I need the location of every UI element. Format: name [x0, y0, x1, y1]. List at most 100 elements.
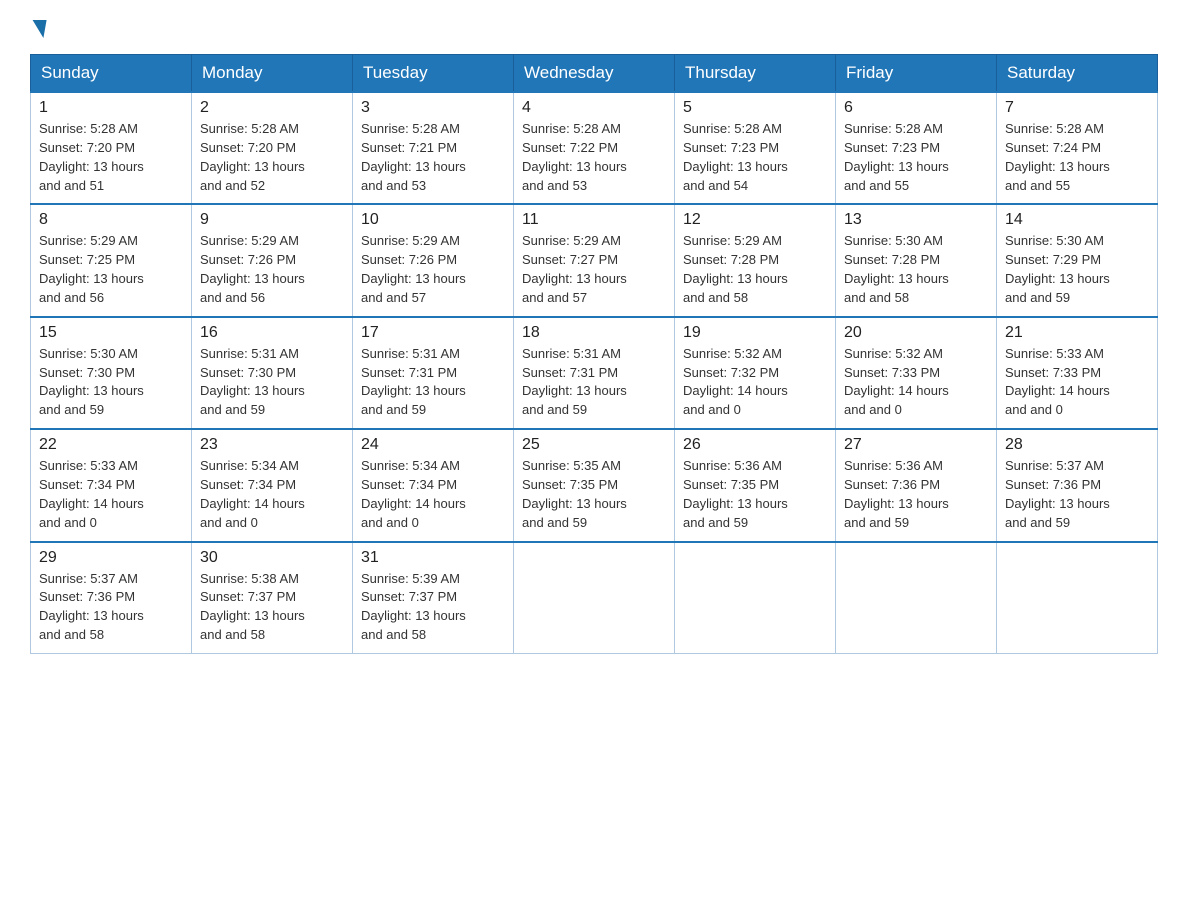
page-header — [30, 20, 1158, 38]
day-info: Sunrise: 5:28 AMSunset: 7:23 PMDaylight:… — [683, 121, 788, 193]
weekday-header-thursday: Thursday — [675, 55, 836, 93]
day-info: Sunrise: 5:33 AMSunset: 7:33 PMDaylight:… — [1005, 346, 1110, 418]
day-info: Sunrise: 5:30 AMSunset: 7:30 PMDaylight:… — [39, 346, 144, 418]
calendar-cell: 9 Sunrise: 5:29 AMSunset: 7:26 PMDayligh… — [192, 204, 353, 316]
day-info: Sunrise: 5:30 AMSunset: 7:29 PMDaylight:… — [1005, 233, 1110, 305]
calendar-week-row: 1 Sunrise: 5:28 AMSunset: 7:20 PMDayligh… — [31, 92, 1158, 204]
calendar-cell: 27 Sunrise: 5:36 AMSunset: 7:36 PMDaylig… — [836, 429, 997, 541]
day-info: Sunrise: 5:29 AMSunset: 7:25 PMDaylight:… — [39, 233, 144, 305]
calendar-week-row: 22 Sunrise: 5:33 AMSunset: 7:34 PMDaylig… — [31, 429, 1158, 541]
day-number: 21 — [1005, 324, 1149, 342]
day-info: Sunrise: 5:35 AMSunset: 7:35 PMDaylight:… — [522, 458, 627, 530]
day-info: Sunrise: 5:34 AMSunset: 7:34 PMDaylight:… — [200, 458, 305, 530]
calendar-cell: 13 Sunrise: 5:30 AMSunset: 7:28 PMDaylig… — [836, 204, 997, 316]
day-info: Sunrise: 5:37 AMSunset: 7:36 PMDaylight:… — [39, 571, 144, 643]
calendar-week-row: 8 Sunrise: 5:29 AMSunset: 7:25 PMDayligh… — [31, 204, 1158, 316]
weekday-header-monday: Monday — [192, 55, 353, 93]
day-number: 10 — [361, 211, 505, 229]
calendar-cell: 10 Sunrise: 5:29 AMSunset: 7:26 PMDaylig… — [353, 204, 514, 316]
day-number: 17 — [361, 324, 505, 342]
calendar-cell: 30 Sunrise: 5:38 AMSunset: 7:37 PMDaylig… — [192, 542, 353, 654]
day-info: Sunrise: 5:32 AMSunset: 7:33 PMDaylight:… — [844, 346, 949, 418]
day-info: Sunrise: 5:28 AMSunset: 7:21 PMDaylight:… — [361, 121, 466, 193]
logo-arrow-icon — [29, 20, 46, 38]
day-number: 22 — [39, 436, 183, 454]
calendar-cell: 22 Sunrise: 5:33 AMSunset: 7:34 PMDaylig… — [31, 429, 192, 541]
day-number: 31 — [361, 549, 505, 567]
day-info: Sunrise: 5:28 AMSunset: 7:20 PMDaylight:… — [200, 121, 305, 193]
day-number: 16 — [200, 324, 344, 342]
day-info: Sunrise: 5:29 AMSunset: 7:28 PMDaylight:… — [683, 233, 788, 305]
day-info: Sunrise: 5:36 AMSunset: 7:36 PMDaylight:… — [844, 458, 949, 530]
calendar-cell: 5 Sunrise: 5:28 AMSunset: 7:23 PMDayligh… — [675, 92, 836, 204]
calendar-cell — [675, 542, 836, 654]
calendar-cell: 16 Sunrise: 5:31 AMSunset: 7:30 PMDaylig… — [192, 317, 353, 429]
weekday-header-row: SundayMondayTuesdayWednesdayThursdayFrid… — [31, 55, 1158, 93]
day-number: 19 — [683, 324, 827, 342]
day-info: Sunrise: 5:33 AMSunset: 7:34 PMDaylight:… — [39, 458, 144, 530]
day-number: 20 — [844, 324, 988, 342]
day-info: Sunrise: 5:28 AMSunset: 7:24 PMDaylight:… — [1005, 121, 1110, 193]
calendar-cell: 11 Sunrise: 5:29 AMSunset: 7:27 PMDaylig… — [514, 204, 675, 316]
day-number: 5 — [683, 99, 827, 117]
calendar-cell: 19 Sunrise: 5:32 AMSunset: 7:32 PMDaylig… — [675, 317, 836, 429]
calendar-cell: 24 Sunrise: 5:34 AMSunset: 7:34 PMDaylig… — [353, 429, 514, 541]
day-number: 3 — [361, 99, 505, 117]
day-info: Sunrise: 5:36 AMSunset: 7:35 PMDaylight:… — [683, 458, 788, 530]
day-info: Sunrise: 5:37 AMSunset: 7:36 PMDaylight:… — [1005, 458, 1110, 530]
day-number: 2 — [200, 99, 344, 117]
day-number: 6 — [844, 99, 988, 117]
calendar-cell: 25 Sunrise: 5:35 AMSunset: 7:35 PMDaylig… — [514, 429, 675, 541]
day-number: 24 — [361, 436, 505, 454]
calendar-cell: 20 Sunrise: 5:32 AMSunset: 7:33 PMDaylig… — [836, 317, 997, 429]
day-info: Sunrise: 5:29 AMSunset: 7:27 PMDaylight:… — [522, 233, 627, 305]
logo — [30, 20, 47, 38]
calendar-cell — [514, 542, 675, 654]
day-info: Sunrise: 5:39 AMSunset: 7:37 PMDaylight:… — [361, 571, 466, 643]
day-number: 1 — [39, 99, 183, 117]
weekday-header-sunday: Sunday — [31, 55, 192, 93]
calendar-cell: 23 Sunrise: 5:34 AMSunset: 7:34 PMDaylig… — [192, 429, 353, 541]
day-number: 28 — [1005, 436, 1149, 454]
weekday-header-saturday: Saturday — [997, 55, 1158, 93]
day-number: 13 — [844, 211, 988, 229]
day-info: Sunrise: 5:31 AMSunset: 7:31 PMDaylight:… — [522, 346, 627, 418]
day-info: Sunrise: 5:31 AMSunset: 7:30 PMDaylight:… — [200, 346, 305, 418]
calendar-cell: 31 Sunrise: 5:39 AMSunset: 7:37 PMDaylig… — [353, 542, 514, 654]
calendar-cell: 21 Sunrise: 5:33 AMSunset: 7:33 PMDaylig… — [997, 317, 1158, 429]
day-info: Sunrise: 5:29 AMSunset: 7:26 PMDaylight:… — [200, 233, 305, 305]
calendar-cell: 7 Sunrise: 5:28 AMSunset: 7:24 PMDayligh… — [997, 92, 1158, 204]
day-number: 25 — [522, 436, 666, 454]
calendar-week-row: 15 Sunrise: 5:30 AMSunset: 7:30 PMDaylig… — [31, 317, 1158, 429]
calendar-cell: 17 Sunrise: 5:31 AMSunset: 7:31 PMDaylig… — [353, 317, 514, 429]
day-info: Sunrise: 5:30 AMSunset: 7:28 PMDaylight:… — [844, 233, 949, 305]
day-info: Sunrise: 5:28 AMSunset: 7:23 PMDaylight:… — [844, 121, 949, 193]
day-number: 27 — [844, 436, 988, 454]
day-info: Sunrise: 5:38 AMSunset: 7:37 PMDaylight:… — [200, 571, 305, 643]
calendar-cell: 3 Sunrise: 5:28 AMSunset: 7:21 PMDayligh… — [353, 92, 514, 204]
day-number: 30 — [200, 549, 344, 567]
day-number: 4 — [522, 99, 666, 117]
calendar-cell: 14 Sunrise: 5:30 AMSunset: 7:29 PMDaylig… — [997, 204, 1158, 316]
calendar-cell: 18 Sunrise: 5:31 AMSunset: 7:31 PMDaylig… — [514, 317, 675, 429]
day-number: 26 — [683, 436, 827, 454]
weekday-header-tuesday: Tuesday — [353, 55, 514, 93]
day-info: Sunrise: 5:31 AMSunset: 7:31 PMDaylight:… — [361, 346, 466, 418]
calendar-cell: 2 Sunrise: 5:28 AMSunset: 7:20 PMDayligh… — [192, 92, 353, 204]
calendar-table: SundayMondayTuesdayWednesdayThursdayFrid… — [30, 54, 1158, 654]
day-number: 14 — [1005, 211, 1149, 229]
day-number: 8 — [39, 211, 183, 229]
calendar-cell: 1 Sunrise: 5:28 AMSunset: 7:20 PMDayligh… — [31, 92, 192, 204]
day-number: 9 — [200, 211, 344, 229]
day-info: Sunrise: 5:32 AMSunset: 7:32 PMDaylight:… — [683, 346, 788, 418]
calendar-cell: 6 Sunrise: 5:28 AMSunset: 7:23 PMDayligh… — [836, 92, 997, 204]
day-number: 23 — [200, 436, 344, 454]
day-number: 15 — [39, 324, 183, 342]
calendar-cell — [836, 542, 997, 654]
calendar-cell: 8 Sunrise: 5:29 AMSunset: 7:25 PMDayligh… — [31, 204, 192, 316]
calendar-cell — [997, 542, 1158, 654]
calendar-cell: 4 Sunrise: 5:28 AMSunset: 7:22 PMDayligh… — [514, 92, 675, 204]
day-info: Sunrise: 5:29 AMSunset: 7:26 PMDaylight:… — [361, 233, 466, 305]
day-number: 7 — [1005, 99, 1149, 117]
calendar-week-row: 29 Sunrise: 5:37 AMSunset: 7:36 PMDaylig… — [31, 542, 1158, 654]
